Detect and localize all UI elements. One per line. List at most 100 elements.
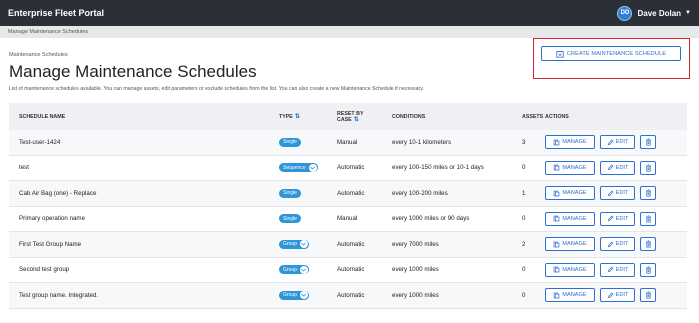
edit-button[interactable]: EDIT — [600, 288, 635, 303]
manage-icon — [554, 215, 560, 222]
sort-icon[interactable]: ⇅ — [354, 117, 359, 123]
schedule-name: Test-user-1424 — [19, 138, 61, 146]
col-header-assets: ASSETS — [522, 113, 544, 120]
type-badge: Sequence — [279, 163, 318, 173]
manage-button[interactable]: MANAGE — [545, 288, 595, 303]
pencil-icon — [607, 164, 614, 171]
type-badge: Single — [279, 137, 301, 147]
reset-by-case: Automatic — [337, 189, 365, 197]
manage-label: MANAGE — [562, 139, 587, 146]
type-cell: Group — [269, 265, 327, 275]
col-header-actions: ACTIONS — [545, 113, 569, 120]
actions-cell: MANAGE EDIT — [544, 262, 687, 277]
chevron-down-icon[interactable] — [299, 240, 308, 249]
conditions: every 1000 miles — [392, 266, 439, 274]
type-badge: Single — [279, 214, 301, 224]
col-header-type[interactable]: TYPE ⇅ — [269, 113, 327, 121]
conditions: every 1000 miles — [392, 291, 439, 299]
col-header-reset-line2: CASE — [337, 116, 352, 123]
type-cell: Group — [269, 239, 327, 249]
manage-label: MANAGE — [562, 164, 587, 171]
pencil-icon — [607, 292, 614, 298]
schedule-name: test — [19, 164, 29, 172]
manage-icon — [554, 190, 560, 197]
edit-button[interactable]: EDIT — [600, 186, 635, 201]
manage-label: MANAGE — [562, 266, 587, 273]
manage-button[interactable]: MANAGE — [545, 186, 595, 201]
manage-icon — [554, 139, 560, 146]
chevron-down-icon[interactable] — [299, 291, 308, 300]
actions-cell: MANAGE EDIT — [544, 237, 687, 252]
type-badge-label: Group — [283, 241, 297, 248]
schedule-name: Second test group — [19, 266, 70, 274]
delete-button[interactable] — [640, 211, 656, 226]
assets-count: 2 — [522, 240, 526, 248]
trash-icon — [645, 240, 651, 248]
manage-label: MANAGE — [562, 190, 587, 197]
table-body: Test-user-1424 Single Manual every 10-1 … — [9, 130, 687, 309]
edit-button[interactable]: EDIT — [600, 237, 635, 252]
type-badge: Group — [279, 290, 309, 300]
actions-cell: MANAGE EDIT — [544, 211, 687, 226]
delete-button[interactable] — [640, 135, 656, 150]
actions-cell: MANAGE EDIT — [544, 288, 687, 303]
delete-button[interactable] — [640, 237, 656, 252]
delete-button[interactable] — [640, 262, 656, 277]
type-badge: Group — [279, 265, 309, 275]
table-row: Test-user-1424 Single Manual every 10-1 … — [9, 130, 687, 156]
pencil-icon — [607, 241, 614, 247]
type-cell: Group — [269, 290, 327, 300]
edit-label: EDIT — [615, 215, 629, 222]
assets-count: 0 — [522, 215, 526, 223]
manage-button[interactable]: MANAGE — [545, 135, 595, 150]
manage-button[interactable]: MANAGE — [545, 160, 595, 175]
table-row: Test group name. Integrated. Group Autom… — [9, 283, 687, 309]
actions-cell: MANAGE EDIT — [544, 186, 687, 201]
user-menu[interactable]: DD Dave Dolan ▼ — [617, 5, 691, 21]
col-header-conditions: CONDITIONS — [392, 113, 426, 120]
conditions: every 7000 miles — [392, 240, 439, 248]
app-title[interactable]: Enterprise Fleet Portal — [8, 8, 104, 18]
manage-label: MANAGE — [562, 292, 587, 299]
edit-button[interactable]: EDIT — [600, 160, 635, 175]
delete-button[interactable] — [640, 160, 656, 175]
edit-button[interactable]: EDIT — [600, 211, 635, 226]
conditions: every 10-1 kilometers — [392, 138, 452, 146]
calendar-add-icon — [556, 50, 564, 58]
schedule-name: Test group name. Integrated. — [19, 291, 99, 299]
create-schedule-button[interactable]: CREATE MAINTENANCE SCHEDULE — [541, 46, 681, 61]
chevron-down-icon[interactable] — [308, 163, 317, 172]
type-badge-label: Single — [283, 139, 297, 146]
manage-button[interactable]: MANAGE — [545, 211, 595, 226]
edit-label: EDIT — [615, 164, 629, 171]
top-nav-bar: Enterprise Fleet Portal DD Dave Dolan ▼ — [0, 0, 699, 26]
table-row: Second test group Group Automatic every … — [9, 258, 687, 283]
section-label: Maintenance Schedules — [9, 52, 68, 58]
manage-button[interactable]: MANAGE — [545, 237, 595, 252]
avatar[interactable]: DD — [617, 5, 633, 21]
type-badge-label: Group — [283, 266, 297, 273]
actions-cell: MANAGE EDIT — [544, 135, 687, 150]
breadcrumb-item[interactable]: Manage Maintenance Schedules — [8, 29, 88, 35]
manage-icon — [554, 266, 560, 273]
edit-button[interactable]: EDIT — [600, 262, 635, 277]
delete-button[interactable] — [640, 186, 656, 201]
chevron-down-icon[interactable] — [299, 265, 308, 274]
table-header: SCHEDULE NAME TYPE ⇅ RESET BY CASE ⇅ CON… — [9, 103, 687, 130]
schedule-name: First Test Group Name — [19, 240, 82, 248]
caret-down-icon[interactable]: ▼ — [685, 10, 691, 16]
user-name[interactable]: Dave Dolan — [637, 9, 681, 18]
reset-by-case: Automatic — [337, 164, 365, 172]
trash-icon — [645, 266, 651, 274]
reset-by-case: Automatic — [337, 266, 365, 274]
type-badge: Single — [279, 188, 301, 198]
sort-icon[interactable]: ⇅ — [295, 113, 300, 120]
trash-icon — [645, 189, 651, 197]
reset-by-case: Manual — [337, 138, 358, 146]
edit-button[interactable]: EDIT — [600, 135, 635, 150]
manage-button[interactable]: MANAGE — [545, 262, 595, 277]
pencil-icon — [607, 215, 614, 222]
delete-button[interactable] — [640, 288, 656, 303]
table-row: Primary operation name Single Manual eve… — [9, 207, 687, 232]
assets-count: 3 — [522, 138, 526, 146]
